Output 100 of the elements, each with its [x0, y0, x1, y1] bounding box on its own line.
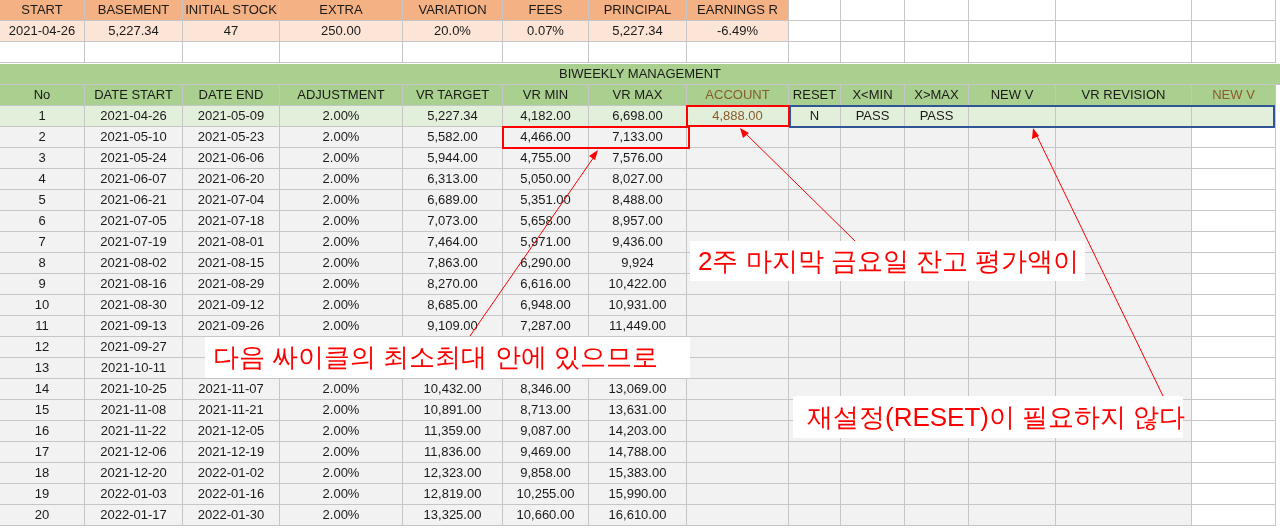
table-cell: 2021-09-13 [85, 316, 183, 337]
table-cell: 8,346.00 [503, 379, 589, 400]
table-cell: 6,290.00 [503, 253, 589, 274]
table-cell: 2.00% [280, 232, 403, 253]
table-cell: 8,270.00 [403, 274, 503, 295]
table-cell: 10,255.00 [503, 484, 589, 505]
table-cell: 8,713.00 [503, 400, 589, 421]
table-cell: 2.00% [280, 190, 403, 211]
table-cell: 6,698.00 [589, 106, 687, 127]
table-cell: 6,313.00 [403, 169, 503, 190]
table-cell: 2.00% [280, 211, 403, 232]
table-cell: 15,383.00 [589, 463, 687, 484]
table-cell: 2021-09-27 [85, 337, 183, 358]
summary-value: 5,227.34 [589, 21, 687, 42]
table-cell: 4 [0, 169, 85, 190]
table-cell: 9,109.00 [403, 316, 503, 337]
table-cell: 2.00% [280, 421, 403, 442]
table-cell: 5,050.00 [503, 169, 589, 190]
table-cell: 2021-09-12 [183, 295, 280, 316]
table-cell: 6,948.00 [503, 295, 589, 316]
table-cell: 2021-05-23 [183, 127, 280, 148]
table-cell: 2022-01-03 [85, 484, 183, 505]
table-cell: 13,325.00 [403, 505, 503, 526]
table-cell: 16 [0, 421, 85, 442]
table-cell: 9,436.00 [589, 232, 687, 253]
summary-value: 5,227.34 [85, 21, 183, 42]
table-cell: 2021-08-16 [85, 274, 183, 295]
table-cell: 2021-06-07 [85, 169, 183, 190]
table-cell: 2021-05-10 [85, 127, 183, 148]
table-cell: 2.00% [280, 379, 403, 400]
column-header: No [0, 85, 85, 106]
table-cell: 2.00% [280, 316, 403, 337]
table-cell: 7,863.00 [403, 253, 503, 274]
table-cell: 2.00% [280, 505, 403, 526]
table-cell: 13,631.00 [589, 400, 687, 421]
table-cell: 10 [0, 295, 85, 316]
table-cell: 2021-12-06 [85, 442, 183, 463]
table-cell: 2 [0, 127, 85, 148]
table-cell: 15,990.00 [589, 484, 687, 505]
table-cell: 7 [0, 232, 85, 253]
table-cell: 2.00% [280, 400, 403, 421]
table-cell: 9,087.00 [503, 421, 589, 442]
annotation-label: 재설정(RESET)이 필요하지 않다 [793, 396, 1183, 438]
table-cell: 2.00% [280, 463, 403, 484]
table-cell: 6 [0, 211, 85, 232]
table-cell: 11,449.00 [589, 316, 687, 337]
table-cell: 5,582.00 [403, 127, 503, 148]
table-cell: 2021-06-21 [85, 190, 183, 211]
table-cell: 8 [0, 253, 85, 274]
table-cell: 7,464.00 [403, 232, 503, 253]
table-cell: 2021-11-07 [183, 379, 280, 400]
column-header: X<MIN [841, 85, 905, 106]
table-cell: 2.00% [280, 442, 403, 463]
table-cell: 8,957.00 [589, 211, 687, 232]
column-header: DATE END [183, 85, 280, 106]
table-cell: 16,610.00 [589, 505, 687, 526]
column-header: VR MAX [589, 85, 687, 106]
table-cell: 2021-10-11 [85, 358, 183, 379]
table-cell: 5,944.00 [403, 148, 503, 169]
table-cell: 14,203.00 [589, 421, 687, 442]
table-cell: 11 [0, 316, 85, 337]
table-cell: 2021-11-08 [85, 400, 183, 421]
table-cell: 2021-08-02 [85, 253, 183, 274]
table-cell: 2022-01-30 [183, 505, 280, 526]
table-cell: 2021-07-04 [183, 190, 280, 211]
table-cell: 2021-05-24 [85, 148, 183, 169]
table-cell: 2021-04-26 [85, 106, 183, 127]
table-cell: 2.00% [280, 295, 403, 316]
table-cell: 1 [0, 106, 85, 127]
table-cell: 11,836.00 [403, 442, 503, 463]
table-cell: 9 [0, 274, 85, 295]
summary-value: 0.07% [503, 21, 589, 42]
table-cell: 2021-10-25 [85, 379, 183, 400]
table-cell: 2022-01-16 [183, 484, 280, 505]
table-cell: 10,891.00 [403, 400, 503, 421]
summary-header: VARIATION [403, 0, 503, 21]
table-cell: 2.00% [280, 274, 403, 295]
table-cell: 2021-11-21 [183, 400, 280, 421]
summary-value: 47 [183, 21, 280, 42]
table-cell: 9,858.00 [503, 463, 589, 484]
annotation-label: 다음 싸이클의 최소최대 안에 있으므로 [205, 337, 690, 378]
table-cell: 8,488.00 [589, 190, 687, 211]
summary-value: -6.49% [687, 21, 789, 42]
table-cell: 2.00% [280, 148, 403, 169]
table-cell: 14,788.00 [589, 442, 687, 463]
table-cell: 10,660.00 [503, 505, 589, 526]
summary-header: FEES [503, 0, 589, 21]
table-cell: 2021-08-30 [85, 295, 183, 316]
column-header: NEW V [969, 85, 1056, 106]
column-header: VR REVISION [1056, 85, 1192, 106]
table-cell: 14 [0, 379, 85, 400]
summary-header: PRINCIPAL [589, 0, 687, 21]
table-cell: 2.00% [280, 169, 403, 190]
table-cell: 9,924 [589, 253, 687, 274]
table-cell: 6,689.00 [403, 190, 503, 211]
table-cell: 15 [0, 400, 85, 421]
table-cell: 10,422.00 [589, 274, 687, 295]
table-cell: 2021-07-19 [85, 232, 183, 253]
table-cell: 2021-05-09 [183, 106, 280, 127]
table-cell: 10,931.00 [589, 295, 687, 316]
